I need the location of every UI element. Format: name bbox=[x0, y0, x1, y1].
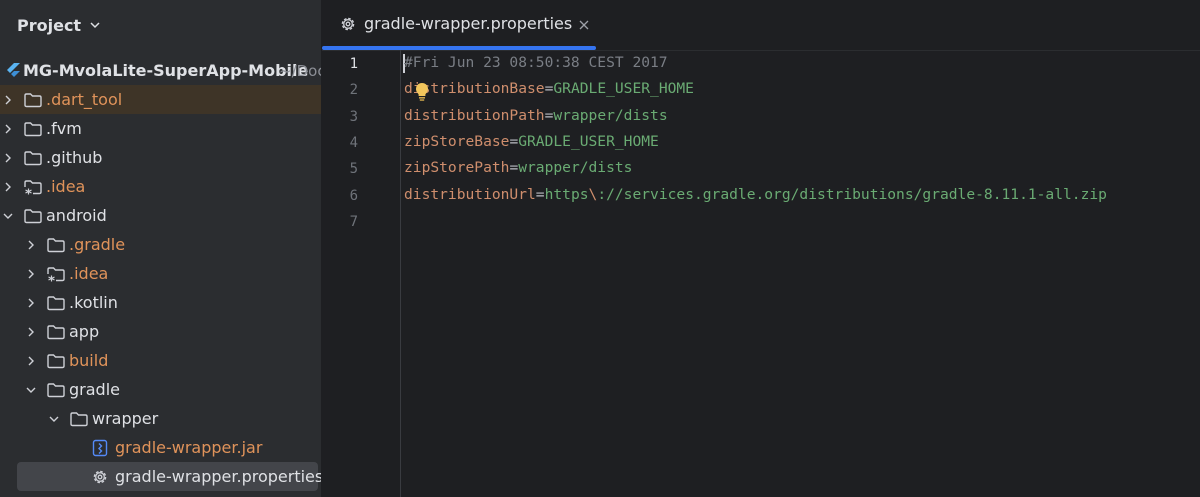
idea-folder-icon bbox=[46, 264, 66, 284]
chevron-right-icon[interactable] bbox=[24, 238, 38, 252]
property-value: GRADLE_USER_HOME bbox=[553, 80, 694, 98]
folder-icon bbox=[23, 90, 43, 110]
editor-tab-gradle-wrapper-properties[interactable]: gradle-wrapper.properties bbox=[332, 0, 597, 50]
tree-root-row[interactable]: MG-MvolaLite-SuperApp-Mobile ~/Doc bbox=[0, 56, 321, 85]
property-key: distributionPath bbox=[404, 106, 545, 124]
folder-icon bbox=[46, 293, 66, 313]
tree-item[interactable]: gradle bbox=[0, 375, 321, 404]
folder-icon bbox=[46, 351, 66, 371]
chevron-right-icon[interactable] bbox=[24, 354, 38, 368]
tree-item[interactable]: android bbox=[0, 201, 321, 230]
line-number: 2 bbox=[349, 82, 358, 99]
tree-item-label: gradle-wrapper.jar bbox=[115, 438, 263, 457]
tree-item[interactable]: .kotlin bbox=[0, 288, 321, 317]
flutter-icon bbox=[3, 61, 23, 81]
property-separator: = bbox=[509, 159, 519, 177]
tree-item[interactable]: .github bbox=[0, 143, 321, 172]
tree-item[interactable]: .gradle bbox=[0, 230, 321, 259]
tree-item-label: gradle-wrapper.properties bbox=[115, 467, 322, 486]
chevron-right-icon[interactable] bbox=[24, 325, 38, 339]
code-line: zipStoreBase=GRADLE_USER_HOME bbox=[404, 129, 659, 155]
code-line: zipStorePath=wrapper/dists bbox=[404, 155, 632, 181]
code-editor[interactable]: #Fri Jun 23 08:50:38 CEST 2017 distributi… bbox=[404, 50, 1194, 497]
editor-area: gradle-wrapper.properties 1 2 3 4 5 6 7 #Fri J… bbox=[322, 0, 1200, 497]
chevron-right-icon[interactable] bbox=[24, 296, 38, 310]
tree-item-label: build bbox=[69, 351, 109, 370]
chevron-down-icon[interactable] bbox=[89, 19, 101, 31]
tree-item-label: app bbox=[69, 322, 100, 341]
code-line: distributionBase=GRADLE_USER_HOME bbox=[404, 76, 694, 102]
code-comment: #Fri Jun 23 08:50:38 CEST 2017 bbox=[404, 54, 668, 71]
code-line: distributionPath=wrapper/dists bbox=[404, 103, 668, 129]
tree-item-label: .github bbox=[46, 148, 103, 167]
chevron-down-icon[interactable] bbox=[24, 383, 38, 397]
line-number: 5 bbox=[349, 161, 358, 178]
code-line: distributionUrl=https\://services.gradle… bbox=[404, 182, 1107, 208]
tree-item[interactable]: .dart_tool bbox=[0, 85, 321, 114]
code-line: #Fri Jun 23 08:50:38 CEST 2017 bbox=[404, 50, 668, 76]
chevron-right-icon[interactable] bbox=[1, 93, 15, 107]
tree-item-label: .idea bbox=[46, 177, 86, 196]
tree-item-label: gradle bbox=[69, 380, 120, 399]
close-icon[interactable] bbox=[577, 17, 591, 31]
project-root-path: ~/Doc bbox=[279, 61, 322, 80]
editor-tab-bar: gradle-wrapper.properties bbox=[322, 0, 1200, 51]
line-number: 3 bbox=[349, 108, 358, 125]
line-number: 1 bbox=[349, 56, 358, 72]
chevron-down-icon[interactable] bbox=[47, 412, 61, 426]
lightbulb-icon[interactable] bbox=[414, 82, 430, 102]
line-number: 7 bbox=[349, 213, 358, 230]
project-panel-title[interactable]: Project bbox=[17, 16, 81, 35]
property-separator: = bbox=[535, 185, 545, 203]
folder-icon bbox=[69, 409, 89, 429]
gear-icon bbox=[339, 15, 357, 33]
folder-icon bbox=[46, 380, 66, 400]
property-value: GRADLE_USER_HOME bbox=[518, 132, 659, 150]
tree-item[interactable]: .fvm bbox=[0, 114, 321, 143]
line-number: 4 bbox=[349, 134, 358, 151]
tree-item-label: .gradle bbox=[69, 235, 126, 254]
folder-icon bbox=[23, 119, 43, 139]
property-key: zipStorePath bbox=[404, 159, 510, 177]
tree-item-label: .dart_tool bbox=[46, 90, 123, 109]
property-value: wrapper/dists bbox=[553, 106, 668, 124]
folder-icon bbox=[46, 322, 66, 342]
editor-tab-label: gradle-wrapper.properties bbox=[364, 14, 573, 33]
tree-item[interactable]: .idea bbox=[0, 259, 321, 288]
tree-item[interactable]: .idea bbox=[0, 172, 321, 201]
folder-icon bbox=[46, 235, 66, 255]
project-panel-header[interactable]: Project bbox=[0, 0, 321, 50]
property-value: wrapper/dists bbox=[518, 159, 633, 177]
escape-char: \ bbox=[588, 185, 598, 203]
property-separator: = bbox=[509, 132, 519, 150]
chevron-right-icon[interactable] bbox=[1, 151, 15, 165]
chevron-right-icon[interactable] bbox=[24, 267, 38, 281]
tree-item[interactable]: build bbox=[0, 346, 321, 375]
property-key: distributionUrl bbox=[404, 185, 536, 203]
property-value: ://services.gradle.org/distributions/gra… bbox=[597, 185, 1107, 203]
jar-file-icon bbox=[90, 438, 110, 458]
tree-item[interactable]: gradle-wrapper.properties bbox=[17, 462, 321, 491]
folder-icon bbox=[23, 148, 43, 168]
tree-item-label: .idea bbox=[69, 264, 109, 283]
tree-item[interactable]: app bbox=[0, 317, 321, 346]
tree-item-label: .fvm bbox=[46, 119, 82, 138]
property-value: https bbox=[544, 185, 589, 203]
gear-icon bbox=[90, 467, 110, 487]
tree-item[interactable]: wrapper bbox=[0, 404, 321, 433]
tree-item-label: .kotlin bbox=[69, 293, 118, 312]
idea-folder-icon bbox=[23, 177, 43, 197]
project-root-name: MG-MvolaLite-SuperApp-Mobile bbox=[23, 61, 309, 80]
chevron-down-icon[interactable] bbox=[1, 209, 15, 223]
line-number: 6 bbox=[349, 187, 358, 204]
tree-item-label: android bbox=[46, 206, 107, 225]
line-number-gutter: 1 2 3 4 5 6 7 bbox=[322, 50, 401, 497]
chevron-right-icon[interactable] bbox=[1, 122, 15, 136]
folder-icon bbox=[23, 206, 43, 226]
chevron-right-icon[interactable] bbox=[1, 180, 15, 194]
tree-item-label: wrapper bbox=[92, 409, 159, 428]
tree-item[interactable]: gradle-wrapper.jar bbox=[0, 433, 321, 462]
property-key: zipStoreBase bbox=[404, 132, 510, 150]
project-panel: Project MG-MvolaLite-SuperApp-Mobile ~/D… bbox=[0, 0, 322, 497]
